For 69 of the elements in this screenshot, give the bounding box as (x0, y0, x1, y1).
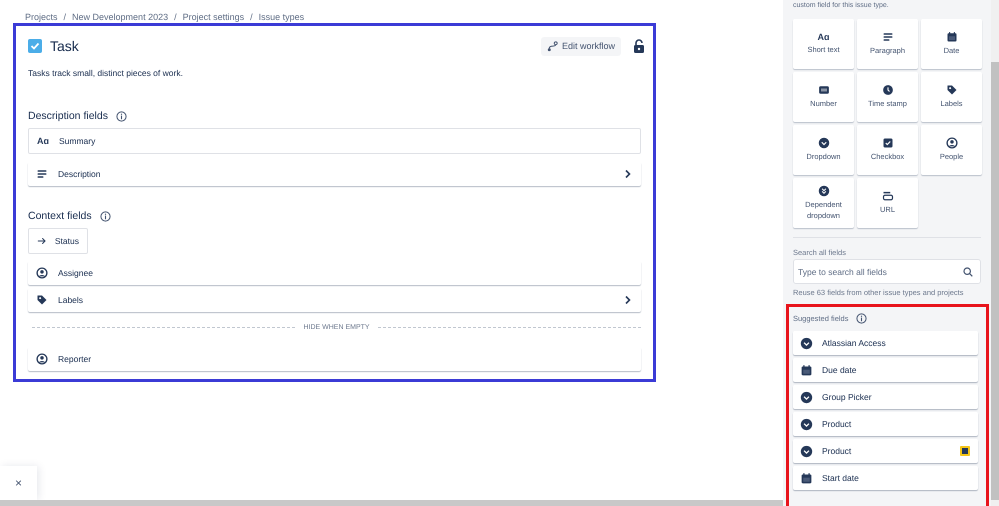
info-icon[interactable] (856, 312, 868, 324)
search-icon (963, 267, 973, 277)
field-label: Description (58, 169, 102, 179)
breadcrumb-link[interactable]: Project settings (182, 12, 244, 23)
text-format-icon: Aɑ (37, 136, 49, 146)
field-label: Due date (822, 365, 858, 375)
field-label: Status (54, 236, 79, 246)
suggested-field-row[interactable]: Atlassian Access (793, 331, 978, 355)
breadcrumb-link[interactable]: New Development 2023 (72, 12, 168, 23)
unlocked-padlock-icon[interactable] (633, 39, 645, 53)
scrollbar[interactable] (991, 0, 999, 506)
field-chip[interactable]: Status (28, 228, 88, 254)
field-label: Product (822, 446, 852, 456)
suggested-field-row[interactable]: Start date (793, 466, 978, 490)
field-label: Product (822, 419, 852, 429)
calendar-icon (946, 31, 958, 44)
search-field[interactable]: Type to search all fields (793, 259, 981, 284)
section-title: Context fields (28, 210, 92, 222)
suggested-field-row[interactable]: Product (793, 439, 978, 463)
info-icon[interactable] (116, 110, 127, 122)
calendar-icon (800, 472, 813, 484)
chevron-circle-icon (800, 390, 813, 404)
field-label: Summary (59, 136, 96, 146)
chevron-circle-icon (818, 137, 830, 150)
field-label: Group Picker (822, 392, 873, 402)
workflow-icon (546, 40, 558, 52)
suggested-field-row[interactable]: Product (793, 412, 978, 436)
breadcrumb-separator: / (174, 12, 177, 23)
breadcrumb-separator: / (250, 12, 253, 23)
info-icon[interactable] (100, 210, 111, 222)
field-label: Start date (822, 473, 860, 483)
breadcrumb-link[interactable]: Projects (25, 12, 58, 23)
person-icon (36, 267, 48, 279)
scrollbar[interactable] (0, 500, 783, 506)
checkbox-icon (882, 137, 894, 150)
tag-icon (946, 84, 958, 96)
field-label: Labels (58, 295, 84, 305)
person-icon (36, 353, 48, 365)
person-icon (946, 137, 958, 150)
task-checkbox-icon (28, 39, 42, 53)
field-row[interactable]: Reporter (28, 347, 641, 371)
close-button[interactable]: × (12, 476, 24, 490)
field-row[interactable]: Description (28, 162, 641, 186)
chevron-circle-icon (800, 444, 813, 458)
issue-type-title: Task (50, 38, 80, 54)
paragraph-icon (36, 168, 48, 180)
field-label: Reporter (58, 354, 92, 364)
edit-workflow-button[interactable]: Edit workflow (540, 36, 621, 56)
paragraph-icon (882, 31, 894, 44)
suggested-field-row[interactable]: Group Picker (793, 385, 978, 409)
breadcrumb-link[interactable]: Issue types (258, 12, 304, 23)
field-row[interactable]: Aɑ Summary (28, 128, 641, 154)
chevron-circle-icon (800, 418, 813, 430)
section-title: Description fields (28, 110, 108, 122)
number-icon (818, 84, 830, 96)
field-row[interactable]: Labels (28, 288, 641, 312)
field-label: Assignee (58, 268, 94, 278)
calendar-icon (800, 364, 813, 376)
link-field-icon (882, 190, 894, 202)
field-label: Atlassian Access (822, 338, 887, 348)
issue-type-description: Tasks track small, distinct pieces of work. (28, 68, 184, 78)
tag-icon (36, 294, 48, 306)
text-format-icon: Aɑ (818, 32, 830, 42)
suggested-field-row[interactable]: Due date (793, 358, 978, 382)
chevron-circle-icon (800, 336, 813, 350)
field-row[interactable]: Assignee (28, 261, 641, 285)
double-chevron-icon (818, 185, 830, 198)
breadcrumb-separator: / (64, 12, 66, 23)
clock-icon (882, 84, 894, 96)
